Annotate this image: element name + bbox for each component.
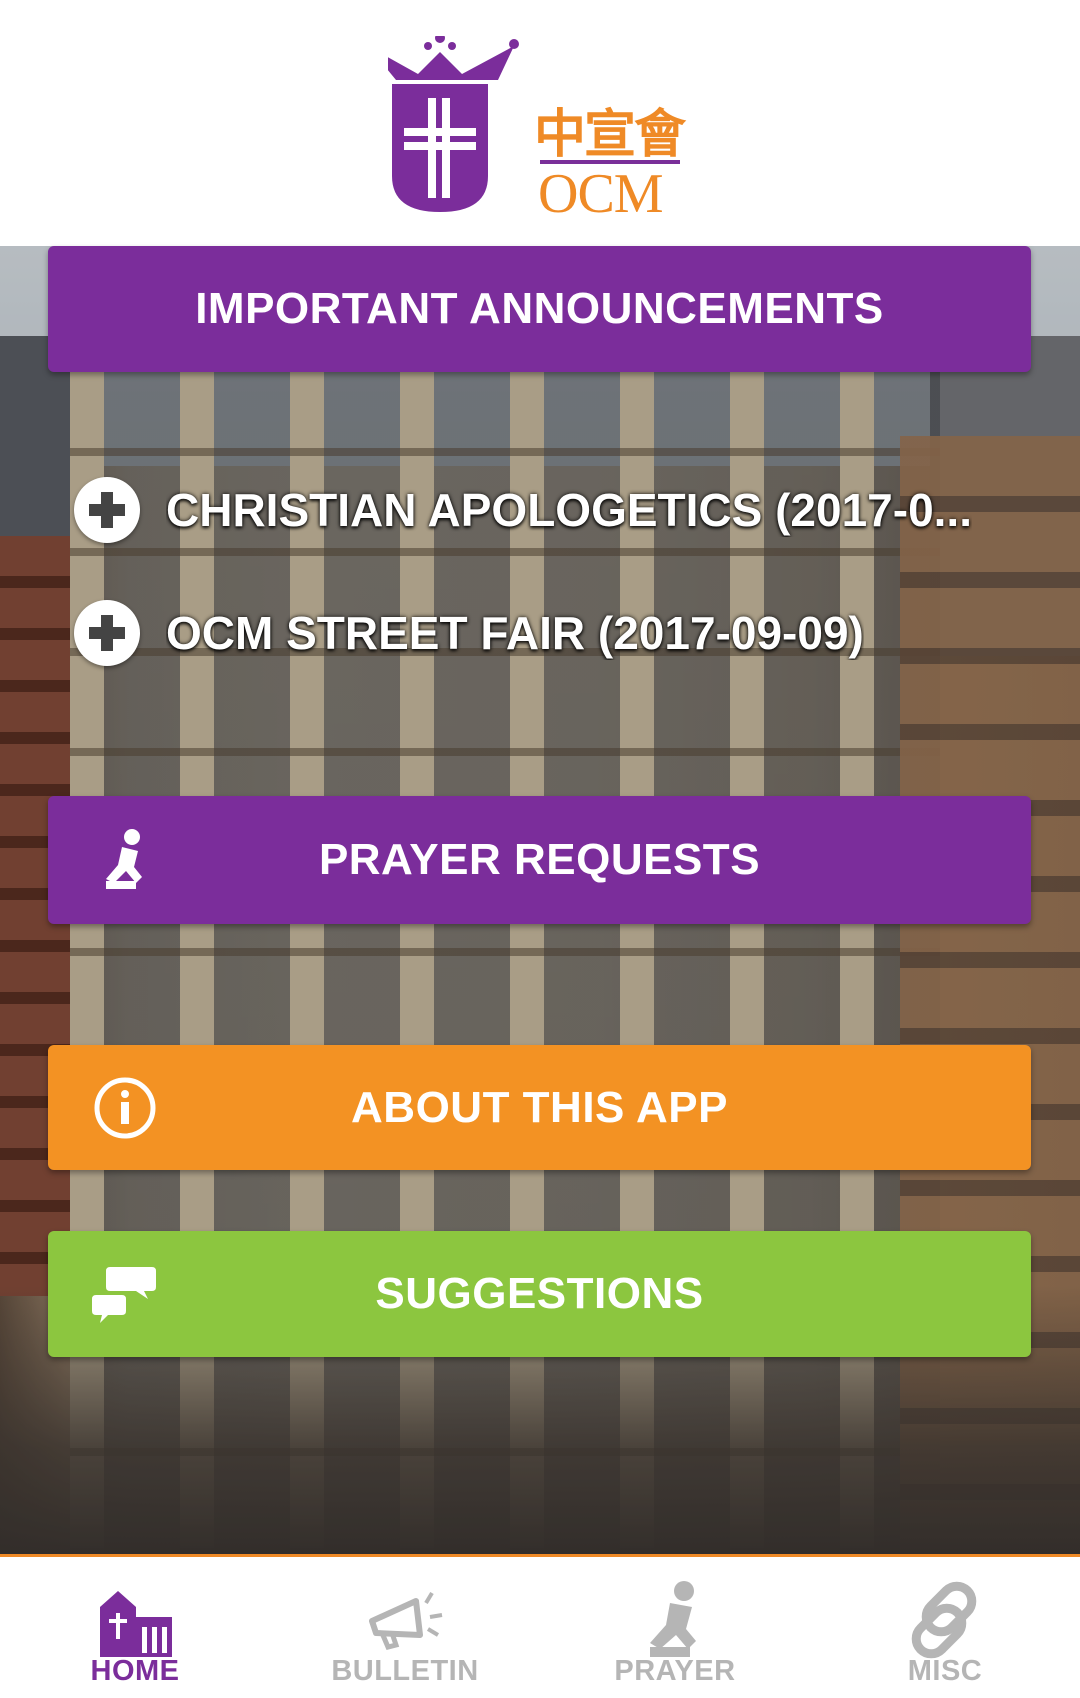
expand-plus-icon[interactable]	[74, 600, 140, 666]
nav-bulletin[interactable]: BULLETIN	[270, 1557, 540, 1698]
nav-bulletin-label: BULLETIN	[331, 1655, 479, 1687]
megaphone-icon	[362, 1577, 448, 1663]
about-this-app-label: ABOUT THIS APP	[351, 1082, 728, 1132]
nav-home-label: HOME	[90, 1655, 180, 1687]
nav-home[interactable]: HOME	[0, 1557, 270, 1698]
announcement-item[interactable]: OCM STREET FAIR (2017-09-09)	[74, 597, 994, 669]
chat-bubbles-icon	[92, 1261, 158, 1327]
announcement-title: CHRISTIAN APOLOGETICS (2017-0...	[166, 484, 972, 536]
announcement-item[interactable]: CHRISTIAN APOLOGETICS (2017-0...	[74, 474, 994, 546]
praying-person-icon	[632, 1577, 718, 1663]
logo-chinese-text: 中宣會	[534, 104, 686, 165]
info-icon	[92, 1075, 158, 1141]
app-header: 中宣會 OCM	[0, 0, 1080, 246]
nav-misc[interactable]: MISC	[810, 1557, 1080, 1698]
expand-plus-icon[interactable]	[74, 477, 140, 543]
important-announcements-button[interactable]: IMPORTANT ANNOUNCEMENTS	[48, 246, 1031, 372]
about-this-app-button[interactable]: ABOUT THIS APP	[48, 1045, 1031, 1170]
prayer-requests-button[interactable]: PRAYER REQUESTS	[48, 796, 1031, 924]
announcement-title: OCM STREET FAIR (2017-09-09)	[166, 607, 864, 659]
link-icon	[902, 1577, 988, 1663]
suggestions-label: SUGGESTIONS	[375, 1269, 704, 1318]
church-icon	[92, 1577, 178, 1663]
nav-prayer[interactable]: PRAYER	[540, 1557, 810, 1698]
praying-person-icon	[92, 827, 158, 893]
logo-english-text: OCM	[538, 163, 664, 225]
nav-prayer-label: PRAYER	[614, 1655, 736, 1687]
bottom-navigation: HOME BULLETIN PRAYER MISC	[0, 1554, 1080, 1698]
ocm-logo: 中宣會 OCM	[388, 36, 698, 232]
suggestions-button[interactable]: SUGGESTIONS	[48, 1231, 1031, 1357]
prayer-requests-label: PRAYER REQUESTS	[318, 835, 761, 884]
nav-misc-label: MISC	[907, 1655, 983, 1687]
important-announcements-label: IMPORTANT ANNOUNCEMENTS	[195, 284, 884, 333]
